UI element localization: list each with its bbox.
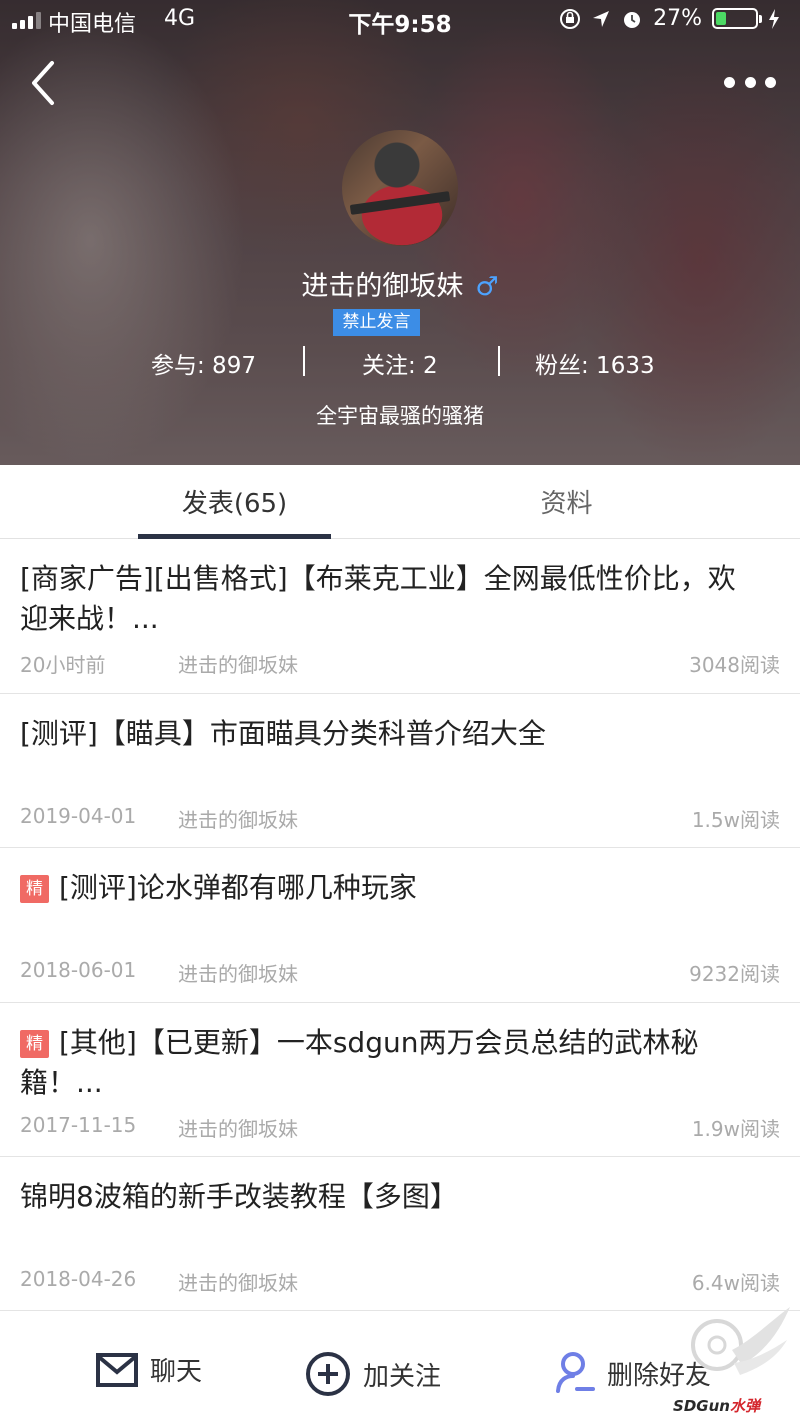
rotation-lock-icon bbox=[560, 8, 581, 29]
profile-bio: 全宇宙最骚的骚猪 bbox=[316, 404, 484, 428]
stat-fans[interactable]: 粉丝: 1633 bbox=[535, 346, 655, 380]
plus-circle-icon bbox=[306, 1352, 350, 1396]
post-reads: 1.5w阅读 bbox=[691, 807, 780, 832]
back-button[interactable] bbox=[22, 58, 66, 108]
battery-percent: 27% bbox=[653, 6, 702, 31]
post-date: 2018-06-01 bbox=[20, 958, 137, 982]
sdgun-logo: SDGun水弹 bbox=[672, 1305, 792, 1420]
list-item[interactable]: 锦明8波箱的新手改装教程【多图】 2018-04-26 进击的御坂妹 6.4w阅… bbox=[0, 1157, 800, 1312]
post-date: 2017-11-15 bbox=[20, 1112, 137, 1137]
list-item[interactable]: 精 [测评]论水弹都有哪几种玩家 2018-06-01 进击的御坂妹 9232阅读 bbox=[0, 848, 800, 1003]
post-title-text: [测评]【瞄具】市面瞄具分类科普介绍大全 bbox=[20, 716, 546, 750]
post-title: [测评]【瞄具】市面瞄具分类科普介绍大全 bbox=[20, 714, 740, 754]
post-date: 2019-04-01 bbox=[20, 803, 137, 828]
avatar[interactable] bbox=[342, 130, 458, 246]
post-author: 进击的御坂妹 bbox=[178, 807, 298, 832]
location-icon bbox=[593, 10, 610, 27]
profile-header: 中国电信 4G 下午9:58 27% 进击的御坂妹 ♂ 禁止发言 参与: 897 … bbox=[0, 0, 800, 465]
post-reads: 3048阅读 bbox=[689, 653, 780, 677]
featured-tag: 精 bbox=[20, 875, 49, 903]
profile-tabs: 发表(65) 资料 bbox=[0, 465, 800, 539]
post-title-text: [测评]论水弹都有哪几种玩家 bbox=[59, 871, 417, 904]
alarm-icon bbox=[624, 11, 641, 28]
username: 进击的御坂妹 bbox=[301, 271, 464, 302]
male-gender-icon: ♂ bbox=[475, 272, 499, 302]
watermark-brand: SDGun bbox=[673, 1397, 730, 1415]
post-title-text: 锦明8波箱的新手改装教程【多图】 bbox=[20, 1180, 458, 1213]
tab-posts[interactable]: 发表(65) bbox=[138, 483, 331, 520]
status-bar: 中国电信 4G 下午9:58 27% bbox=[0, 0, 800, 40]
post-reads: 9232阅读 bbox=[689, 962, 780, 986]
follow-button[interactable]: 加关注 bbox=[305, 1351, 441, 1397]
post-author: 进击的御坂妹 bbox=[178, 1116, 298, 1141]
post-list: [商家广告][出售格式]【布莱克工业】全网最低性价比，欢迎来战！... 20小时… bbox=[0, 539, 800, 1312]
post-title-text: [其他]【已更新】一本sdgun两万会员总结的武林秘籍！... bbox=[20, 1025, 699, 1099]
list-item[interactable]: [测评]【瞄具】市面瞄具分类科普介绍大全 2019-04-01 进击的御坂妹 1… bbox=[0, 693, 800, 848]
post-author: 进击的御坂妹 bbox=[178, 962, 298, 986]
list-item[interactable]: [商家广告][出售格式]【布莱克工业】全网最低性价比，欢迎来战！... 20小时… bbox=[0, 539, 800, 694]
watermark-text: SDGun水弹 bbox=[673, 1395, 760, 1416]
stat-divider bbox=[498, 346, 500, 376]
chevron-left-icon bbox=[32, 61, 54, 105]
battery-fill bbox=[716, 12, 727, 25]
post-title: 锦明8波箱的新手改装教程【多图】 bbox=[20, 1177, 740, 1217]
username-row: 进击的御坂妹 ♂ bbox=[0, 264, 800, 303]
stat-divider bbox=[303, 346, 305, 376]
featured-tag: 精 bbox=[20, 1029, 49, 1058]
remove-user-icon bbox=[556, 1352, 595, 1393]
post-reads: 6.4w阅读 bbox=[691, 1271, 780, 1295]
post-title: 精 [测评]论水弹都有哪几种玩家 bbox=[20, 868, 740, 908]
post-date: 20小时前 bbox=[20, 653, 106, 677]
charging-icon bbox=[769, 8, 779, 29]
post-title: 精 [其他]【已更新】一本sdgun两万会员总结的武林秘籍！... bbox=[20, 1023, 740, 1103]
post-date: 2018-04-26 bbox=[20, 1267, 137, 1291]
envelope-icon bbox=[96, 1352, 138, 1387]
stat-participate[interactable]: 参与: 897 bbox=[151, 346, 256, 380]
ban-status-badge: 禁止发言 bbox=[333, 309, 420, 336]
more-options-button[interactable] bbox=[724, 70, 776, 94]
profile-stats: 参与: 897 关注: 2 粉丝: 1633 bbox=[0, 342, 800, 382]
chat-label: 聊天 bbox=[150, 1357, 203, 1387]
status-icons: 27% bbox=[559, 6, 780, 31]
watermark-suffix: 水弹 bbox=[729, 1397, 760, 1415]
follow-label: 加关注 bbox=[363, 1361, 442, 1392]
post-reads: 1.9w阅读 bbox=[691, 1116, 780, 1141]
battery-icon bbox=[712, 8, 762, 29]
post-title: [商家广告][出售格式]【布莱克工业】全网最低性价比，欢迎来战！... bbox=[20, 559, 740, 639]
post-author: 进击的御坂妹 bbox=[178, 653, 298, 677]
post-title-text: [商家广告][出售格式]【布莱克工业】全网最低性价比，欢迎来战！... bbox=[20, 562, 736, 635]
list-item[interactable]: 精 [其他]【已更新】一本sdgun两万会员总结的武林秘籍！... 2017-11… bbox=[0, 1002, 800, 1157]
crosshair-logo-icon bbox=[691, 1307, 790, 1375]
stat-follow[interactable]: 关注: 2 bbox=[362, 346, 438, 380]
post-author: 进击的御坂妹 bbox=[178, 1271, 298, 1295]
chat-button[interactable]: 聊天 bbox=[96, 1351, 202, 1388]
tab-profile-info[interactable]: 资料 bbox=[470, 483, 663, 520]
